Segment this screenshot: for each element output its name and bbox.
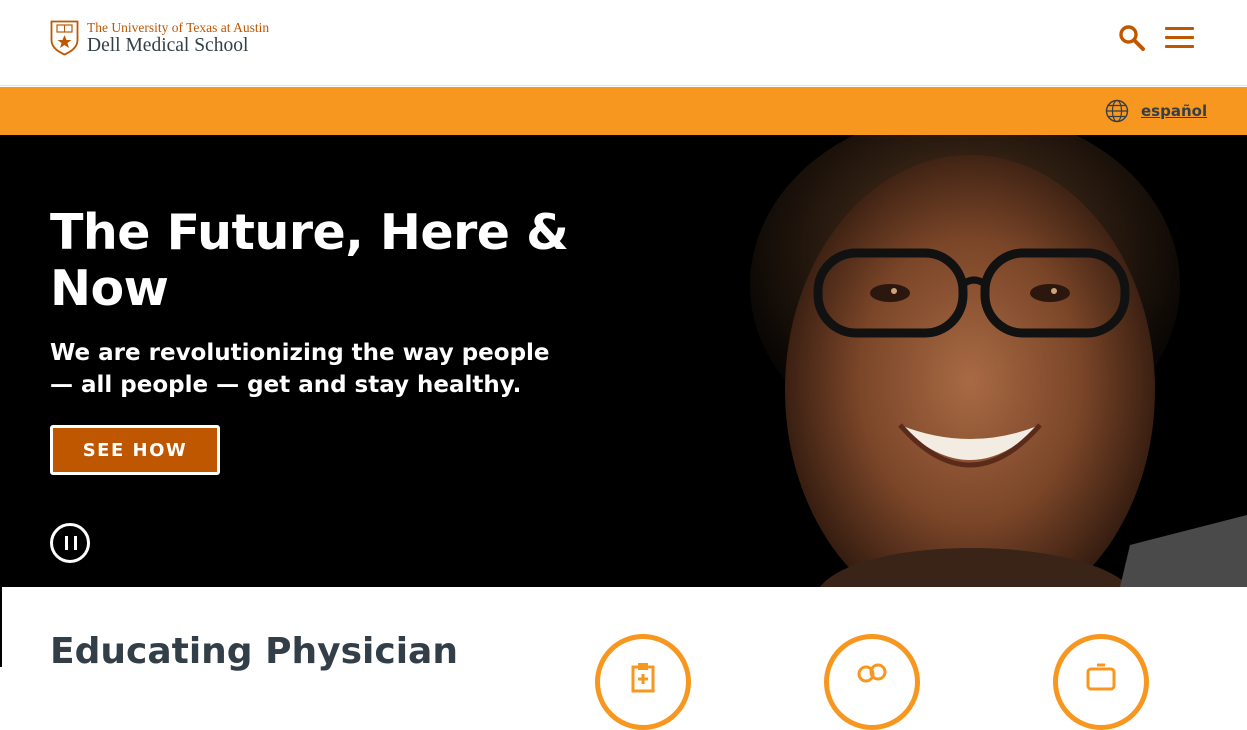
pause-bar — [74, 536, 77, 550]
pause-button[interactable] — [50, 523, 90, 563]
menu-button[interactable] — [1165, 27, 1195, 49]
clipboard-icon — [631, 663, 655, 693]
school-name: Dell Medical School — [87, 35, 249, 56]
site-logo[interactable]: The University of Texas at Austin Dell M… — [50, 20, 269, 57]
screen-icon-circle[interactable] — [1053, 634, 1149, 730]
see-how-button[interactable]: SEE HOW — [50, 425, 220, 475]
pause-icon — [65, 536, 68, 550]
search-icon — [1119, 25, 1145, 51]
hero-title: The Future, Here & Now — [50, 204, 569, 317]
section-divider — [0, 587, 2, 667]
university-name: The University of Texas at Austin — [87, 20, 270, 35]
screen-icon — [1086, 663, 1116, 691]
espanol-link[interactable]: español — [1141, 102, 1207, 120]
chat-bubbles-icon — [857, 663, 887, 683]
section-title: Educating Physician — [50, 631, 458, 672]
hero-photo — [700, 135, 1247, 587]
hero-banner: The Future, Here & Now We are revolution… — [0, 135, 1247, 587]
hamburger-menu-icon — [1165, 27, 1194, 30]
clipboard-icon-circle[interactable] — [595, 634, 691, 730]
site-header: The University of Texas at Austin Dell M… — [0, 0, 1247, 86]
ut-shield-icon — [50, 20, 79, 56]
hamburger-bar — [1165, 45, 1194, 48]
chat-icon-circle[interactable] — [824, 634, 920, 730]
search-button[interactable] — [1117, 23, 1147, 53]
globe-icon — [1105, 99, 1129, 123]
hamburger-bar — [1165, 36, 1194, 39]
hero-subtitle: We are revolutionizing the way people — … — [50, 340, 550, 398]
language-bar: español — [0, 87, 1247, 135]
